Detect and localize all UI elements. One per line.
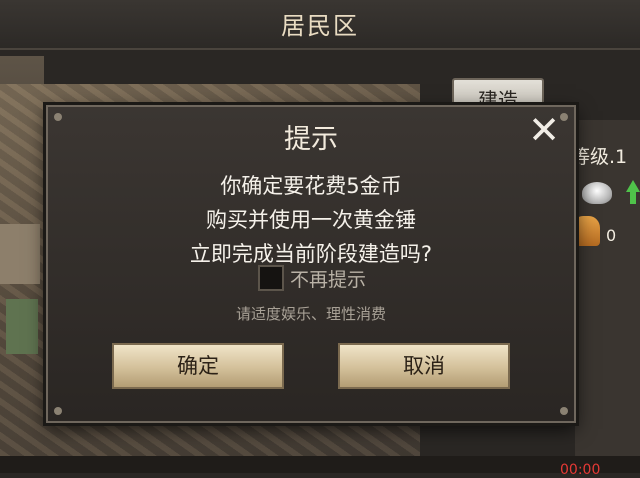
dont-remind-label[interactable]: 不再提示: [290, 265, 366, 292]
dialog-message: 你确定要花费5金币 购买并使用一次黄金锤 立即完成当前阶段建造吗?: [48, 169, 574, 271]
advice-text: 请适度娱乐、理性消费: [235, 305, 386, 323]
bottom-status: 00:00: [560, 462, 601, 478]
page-title: 居民区: [281, 12, 359, 40]
confirm-dialog: 提示 ✕ 你确定要花费5金币 购买并使用一次黄金锤 立即完成当前阶段建造吗? 不…: [46, 105, 576, 423]
level-text: 等级.1: [571, 146, 628, 168]
close-icon[interactable]: ✕: [526, 111, 562, 149]
dialog-title: 提示: [284, 124, 338, 155]
message-line: 购买并使用一次黄金锤: [206, 208, 416, 232]
building-roof: [0, 224, 40, 284]
message-line: 你确定要花费5金币: [220, 174, 402, 198]
building-roof: [6, 299, 38, 354]
bottom-strip: [0, 456, 640, 473]
worker-count: 0: [606, 226, 617, 245]
dont-remind-checkbox[interactable]: [258, 265, 284, 291]
silver-ingot-icon: [582, 182, 612, 204]
upgrade-arrow-icon-stem: [630, 192, 636, 204]
cancel-button[interactable]: 取消: [338, 343, 510, 389]
top-bar: 居民区: [0, 0, 640, 50]
corner-rivet: [54, 407, 62, 415]
dont-remind-row[interactable]: 不再提示: [258, 264, 366, 292]
upgrade-arrow-icon[interactable]: [626, 180, 640, 192]
worker-icon: [572, 216, 600, 246]
corner-rivet: [560, 407, 568, 415]
right-panel: [575, 120, 640, 473]
confirm-button[interactable]: 确定: [112, 343, 284, 389]
